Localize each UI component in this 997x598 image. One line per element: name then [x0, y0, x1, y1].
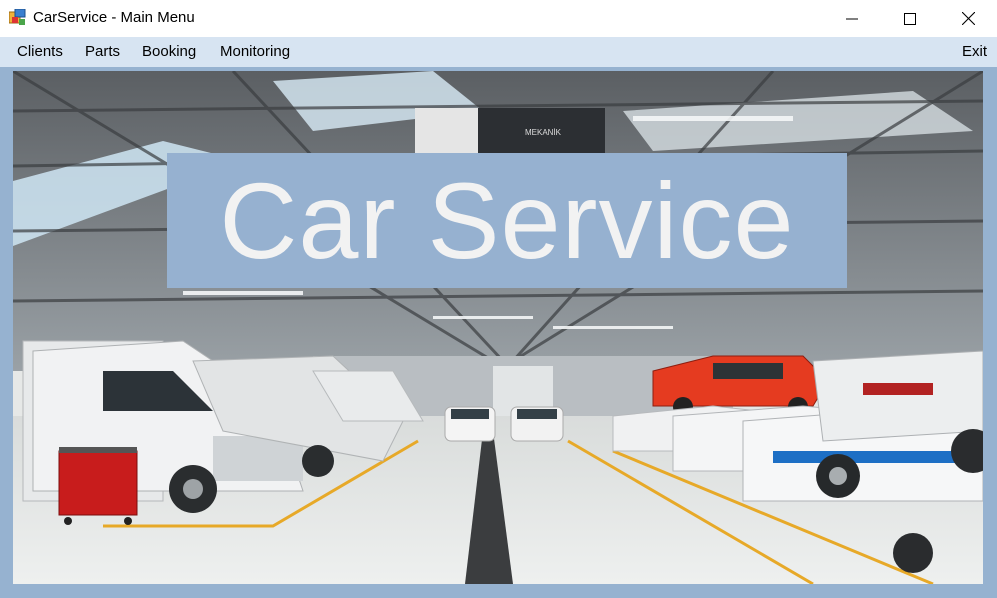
minimize-icon	[846, 18, 858, 19]
banner-title: Car Service	[219, 160, 795, 281]
menu-clients[interactable]: Clients	[17, 37, 63, 67]
maximize-button[interactable]	[881, 0, 939, 37]
garage-background-image: MEKANİK	[13, 71, 983, 584]
title-bar: CarService - Main Menu	[0, 0, 997, 37]
title-banner: Car Service	[167, 153, 847, 288]
close-icon	[961, 12, 975, 25]
maximize-icon	[904, 12, 916, 25]
menu-booking[interactable]: Booking	[142, 37, 196, 67]
app-icon	[9, 9, 26, 25]
window-title: CarService - Main Menu	[33, 9, 195, 26]
menu-monitoring[interactable]: Monitoring	[220, 37, 290, 67]
minimize-button[interactable]	[823, 0, 881, 37]
menu-parts[interactable]: Parts	[85, 37, 120, 67]
menu-bar: Clients Parts Booking Monitoring Exit	[0, 37, 997, 67]
menu-exit[interactable]: Exit	[962, 37, 987, 67]
close-button[interactable]	[939, 0, 997, 37]
mekanik-sign-text: MEKANİK	[525, 128, 562, 137]
